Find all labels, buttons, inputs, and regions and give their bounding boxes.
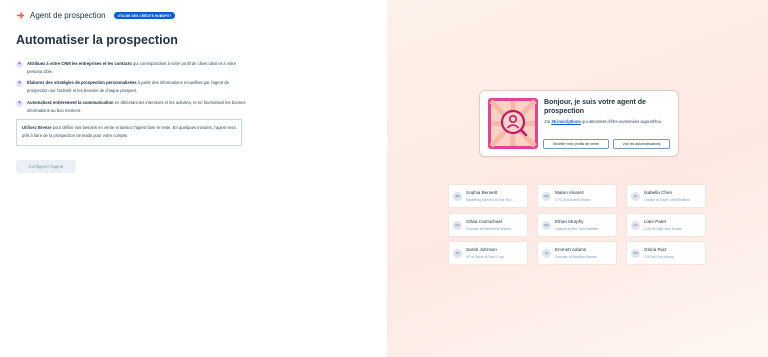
contact-role: Legend at Red Trail Distillers <box>555 227 599 231</box>
contact-name: Emmett Adams <box>555 247 587 252</box>
agent-avatar <box>488 98 538 149</box>
avatar: IC <box>631 192 640 201</box>
avatar: SJ <box>453 249 462 258</box>
avatar: SB <box>453 192 462 201</box>
feature-text: Automatisez entièrement la communication… <box>27 100 246 113</box>
feature-item: ✦ Attribuez à votre CRM les entreprises … <box>16 60 248 75</box>
app-title: Agent de prospection <box>30 11 106 20</box>
contact-role: CTO at Succent Cellars <box>555 198 591 202</box>
info-text: pour définir vos besoins en vente et lai… <box>22 125 236 138</box>
contact-role: Founder of Brooklyn Meads <box>555 255 597 259</box>
contact-card[interactable]: EM Ethan Murphy Legend at Red Trail Dist… <box>537 213 617 237</box>
agent-message: J'ai 36 inscriptions qui attendent d'êtr… <box>544 119 662 124</box>
hubspot-sprocket-icon <box>16 11 25 20</box>
contact-card[interactable]: SJ Sarah Johnson VP of Sales at Tech Cor… <box>448 241 528 265</box>
inscriptions-link[interactable]: 36 inscriptions <box>551 119 581 124</box>
feature-item: ✦ Élaborez des stratégies de prospection… <box>16 79 248 94</box>
feature-item: ✦ Automatisez entièrement la communicati… <box>16 99 248 114</box>
contact-card[interactable]: SB Sophia Bennett Marketing Director at … <box>448 184 528 208</box>
setup-panel: Agent de prospection UTILISE DES CRÉDITS… <box>0 0 387 357</box>
contact-role: Marketing Director at Oak Rid... <box>466 198 514 202</box>
contact-name: Ethan Murphy <box>555 219 584 224</box>
feature-text: Élaborez des stratégies de prospection p… <box>27 80 229 93</box>
contact-role: COO at Sun Winery <box>644 255 674 259</box>
contact-role: Founder at Riverstone Winery <box>466 227 512 231</box>
avatar: LP <box>631 221 640 230</box>
breeze-info-box: Utilisez Breeze pour définir vos besoins… <box>16 119 242 146</box>
contact-name: Isabella Chen <box>644 190 673 195</box>
view-automations-button[interactable]: Voir les automatisations <box>613 139 670 149</box>
contact-card[interactable]: GR Gloria Ruiz COO at Sun Winery <box>626 241 706 265</box>
edit-sales-profiles-button[interactable]: Modifier mes profils de vente <box>543 139 609 149</box>
contact-name: Gloria Ruiz <box>644 247 667 252</box>
page-header: Agent de prospection UTILISE DES CRÉDITS… <box>16 11 176 20</box>
sparkle-icon: ✦ <box>16 80 23 87</box>
contact-role: COO at High Vine Estate <box>644 227 682 231</box>
contact-card[interactable]: JA Emmett Adams Founder of Brooklyn Mead… <box>537 241 617 265</box>
contact-card[interactable]: OC Olivia Carmichael Founder at Riversto… <box>448 213 528 237</box>
contact-card[interactable]: MA Mateo Alvarez CTO at Succent Cellars <box>537 184 617 208</box>
sparkle-icon: ✦ <box>16 61 23 68</box>
magnifier-person-icon <box>488 98 538 149</box>
configure-agent-button[interactable]: Configurer l'agent <box>16 160 76 173</box>
avatar: OC <box>453 221 462 230</box>
contact-name: Mateo Alvarez <box>555 190 585 195</box>
contact-card[interactable]: LP Liam Patel COO at High Vine Estate <box>626 213 706 237</box>
feature-text: Attribuez à votre CRM les entreprises et… <box>27 61 237 74</box>
avatar: GR <box>631 249 640 258</box>
preview-panel <box>387 0 768 357</box>
contact-name: Olivia Carmichael <box>466 219 502 224</box>
avatar: JA <box>542 249 551 258</box>
info-bold: Utilisez Breeze <box>22 125 52 130</box>
credits-badge: UTILISE DES CRÉDITS HUBSPOT <box>113 12 176 19</box>
contact-role: VP of Sales at Tech Corp <box>466 255 504 259</box>
contact-name: Liam Patel <box>644 219 666 224</box>
contact-name: Sarah Johnson <box>466 247 497 252</box>
contact-card[interactable]: IC Isabella Chen Creator at Silver Leaf … <box>626 184 706 208</box>
sparkle-icon: ✦ <box>16 100 23 107</box>
contact-role: Creator at Silver Leaf Distillers <box>644 198 690 202</box>
page-title: Automatiser la prospection <box>16 33 178 47</box>
agent-card: Bonjour, je suis votre agent de prospect… <box>479 90 679 157</box>
avatar: EM <box>542 221 551 230</box>
agent-greeting: Bonjour, je suis votre agent de prospect… <box>544 99 646 115</box>
avatar: MA <box>542 192 551 201</box>
contact-name: Sophia Bennett <box>466 190 498 195</box>
